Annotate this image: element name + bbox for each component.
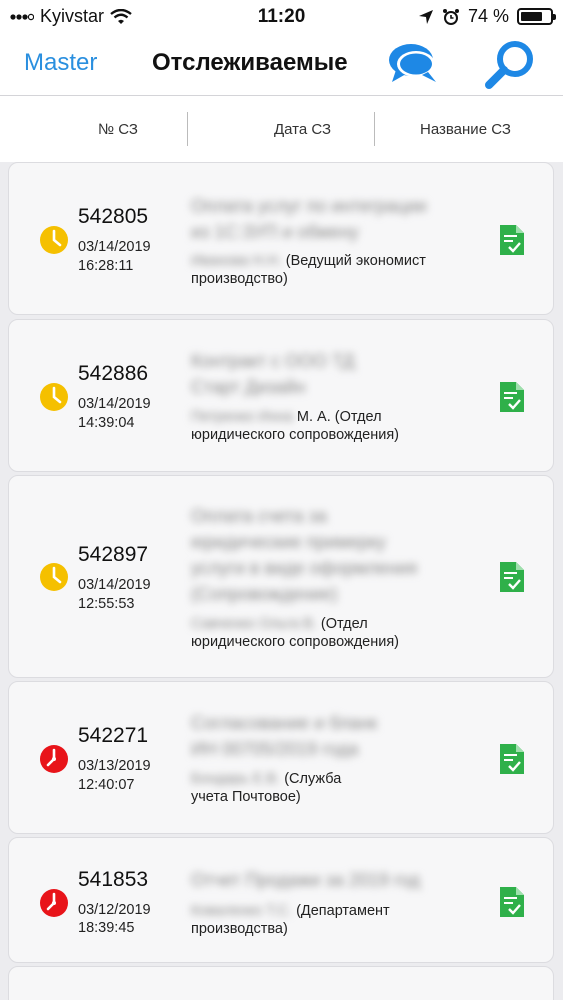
item-date: 03/14/2019 bbox=[78, 577, 151, 593]
list-item[interactable]: 542897 03/14/2019 12:55:53 Оплата счета … bbox=[8, 475, 554, 678]
document-check-icon[interactable] bbox=[499, 743, 525, 775]
item-title: Отчет Продажи за 2019 год bbox=[191, 870, 421, 890]
document-check-icon[interactable] bbox=[499, 886, 525, 918]
item-time: 18:39:45 bbox=[78, 920, 135, 936]
back-button[interactable]: Master bbox=[24, 49, 97, 77]
clock-pending-icon bbox=[40, 226, 68, 254]
item-author: Иванова Н.Н. (Ведущий экономист производ… bbox=[191, 253, 426, 287]
column-divider bbox=[374, 112, 375, 146]
item-date: 03/14/2019 bbox=[78, 396, 151, 412]
item-author: Бондарь Е.В. (Служба учета Почтовое) bbox=[191, 771, 342, 805]
item-date: 03/14/2019 bbox=[78, 239, 151, 255]
page-title: Отслеживаемые bbox=[152, 49, 348, 76]
list-item[interactable]: 542886 03/14/2019 14:39:04 Контракт с ОО… bbox=[8, 319, 554, 472]
item-date: 03/13/2019 bbox=[78, 758, 151, 774]
list-item[interactable]: 542271 03/13/2019 12:40:07 Согласование … bbox=[8, 681, 554, 834]
item-number: 542805 bbox=[78, 205, 149, 228]
list-item[interactable]: 542805 03/14/2019 16:28:11 Оплата услуг … bbox=[8, 162, 554, 315]
item-time: 12:55:53 bbox=[78, 596, 135, 612]
item-title: Контракт с ООО ТД Старт Дизайн bbox=[191, 351, 355, 397]
item-author: Коваленко Т.С. (Департамент производства… bbox=[191, 903, 390, 937]
item-author: Савченко Ольга В. (Отдел юридического со… bbox=[191, 616, 400, 650]
item-title: Оплата счета за юридические примерку усл… bbox=[191, 506, 418, 604]
document-check-icon[interactable] bbox=[499, 561, 525, 593]
column-name[interactable]: Название СЗ bbox=[420, 121, 511, 138]
item-number: 542886 bbox=[78, 362, 149, 385]
search-icon[interactable] bbox=[484, 39, 536, 91]
item-time: 14:39:04 bbox=[78, 415, 135, 431]
status-bar: Kyivstar 11:20 74 % bbox=[0, 0, 563, 34]
clock-overdue-icon bbox=[40, 889, 68, 917]
column-date[interactable]: Дата СЗ bbox=[274, 121, 331, 138]
alarm-icon bbox=[442, 8, 459, 25]
status-right: 74 % bbox=[418, 6, 556, 27]
column-divider bbox=[187, 112, 188, 146]
location-arrow-icon bbox=[418, 9, 433, 24]
chat-icon[interactable] bbox=[386, 40, 440, 86]
item-number: 541853 bbox=[78, 868, 149, 891]
clock-overdue-icon bbox=[40, 745, 68, 773]
item-author: Петренко Инна М. А. (Отдел юридического … bbox=[191, 409, 400, 443]
battery-percent: 74 % bbox=[467, 6, 509, 26]
battery-icon bbox=[517, 8, 556, 25]
document-check-icon[interactable] bbox=[499, 224, 525, 256]
item-title: Согласование и бланк ИН 00705/2019 года bbox=[191, 713, 378, 759]
document-check-icon[interactable] bbox=[499, 381, 525, 413]
column-header: № СЗ Дата СЗ Название СЗ bbox=[0, 96, 563, 162]
item-number: 542897 bbox=[78, 543, 149, 566]
column-number[interactable]: № СЗ bbox=[98, 121, 138, 138]
list-item[interactable]: 541853 03/12/2019 18:39:45 Отчет Продажи… bbox=[8, 837, 554, 963]
item-time: 12:40:07 bbox=[78, 777, 135, 793]
list-item-partial[interactable] bbox=[8, 966, 554, 1000]
item-number: 542271 bbox=[78, 724, 149, 747]
navigation-bar: Master Отслеживаемые bbox=[0, 34, 563, 96]
item-date: 03/12/2019 bbox=[78, 902, 151, 918]
item-title: Оплата услуг по интеграции из 1С:ЗУП и о… bbox=[191, 196, 427, 242]
clock-pending-icon bbox=[40, 563, 68, 591]
item-time: 16:28:11 bbox=[78, 258, 134, 274]
clock-pending-icon bbox=[40, 383, 68, 411]
battery-level bbox=[521, 12, 542, 21]
